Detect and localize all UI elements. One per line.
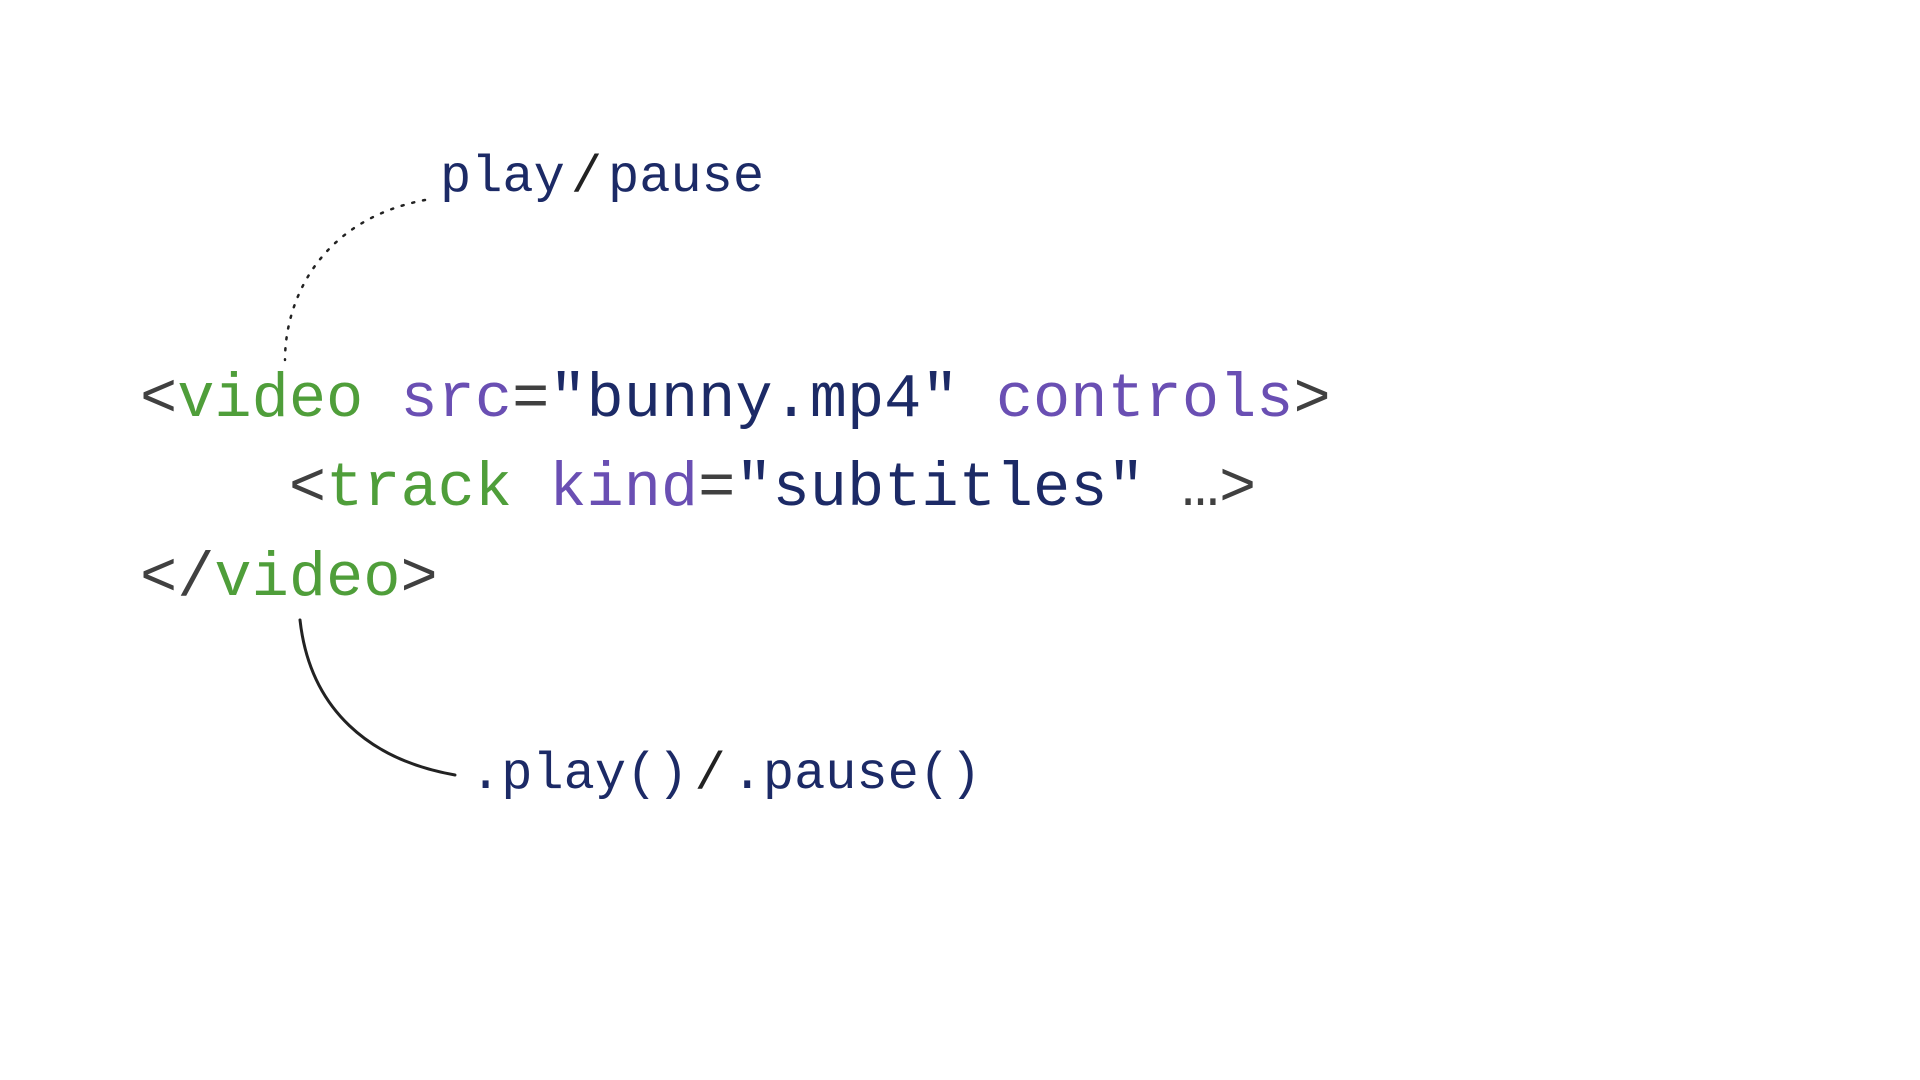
annotation-bottom-a: .play() [470,745,688,804]
annotation-top-a: play [440,148,565,207]
annotation-bottom-sep: / [688,745,731,804]
l3-tag: video [214,543,400,614]
l2-tail: …> [1145,453,1257,524]
l1-attr-src: src [400,364,512,435]
l1-q1a: " [549,364,586,435]
annotation-bottom: .play()/.pause() [470,745,981,804]
l3-open: </ [140,543,214,614]
l1-sp2 [959,364,996,435]
diagram-stage: play/pause <video src="bunny.mp4" contro… [0,0,1920,1080]
l1-close: > [1293,364,1330,435]
l1-tag: video [177,364,363,435]
l1-val-src: bunny.mp4 [587,364,922,435]
l2-indent [140,453,289,524]
l2-eq1: = [698,453,735,524]
l2-val-kind: subtitles [773,453,1108,524]
l1-attr-controls: controls [996,364,1294,435]
l2-open: < [289,453,326,524]
l2-attr-kind: kind [549,453,698,524]
annotation-top: play/pause [440,148,764,207]
l2-tag: track [326,453,512,524]
annotation-top-sep: / [565,148,608,207]
l1-sp1 [363,364,400,435]
annotation-bottom-b: .pause() [732,745,982,804]
l3-close: > [400,543,437,614]
annotation-top-b: pause [608,148,764,207]
l2-q1a: " [735,453,772,524]
l1-open: < [140,364,177,435]
code-block: <video src="bunny.mp4" controls> <track … [140,355,1331,623]
l2-q1b: " [1107,453,1144,524]
l1-eq1: = [512,364,549,435]
l1-q1b: " [921,364,958,435]
l2-sp1 [512,453,549,524]
